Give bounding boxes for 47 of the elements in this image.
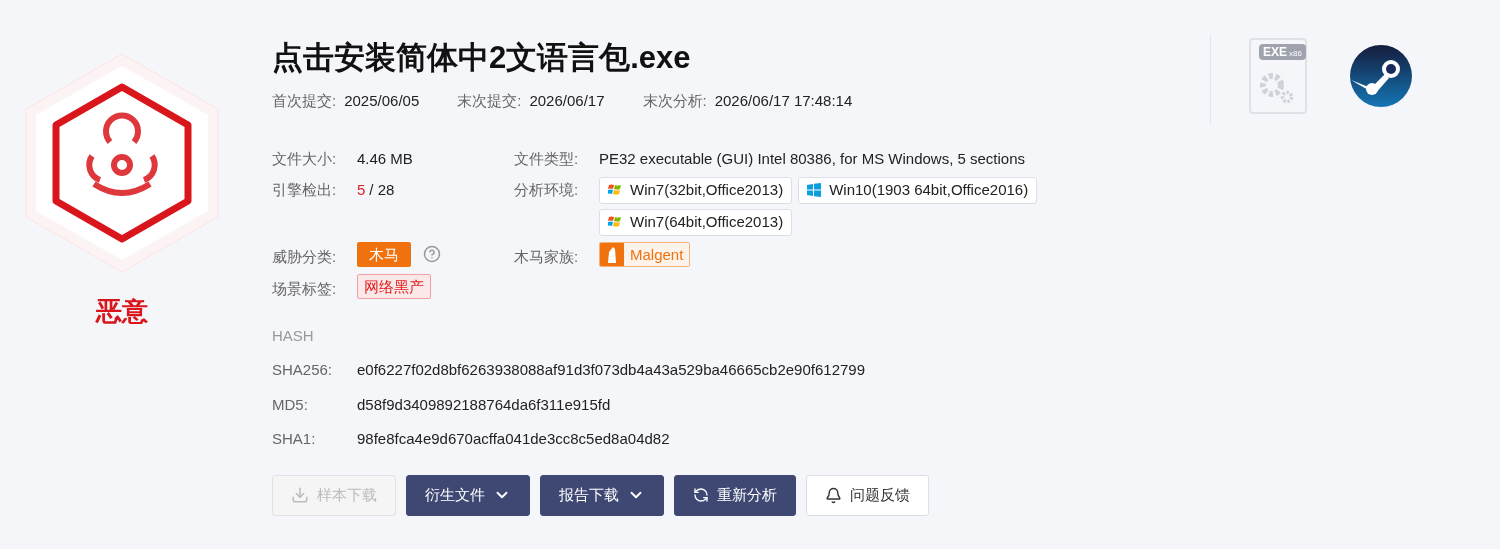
date-label: 首次提交:: [272, 91, 337, 111]
bell-icon: [825, 486, 842, 504]
detection-hits: 5: [357, 179, 366, 200]
verdict-label: 恶意: [96, 295, 148, 328]
windows-icon: [608, 183, 622, 197]
field-label: 分析环境:: [514, 179, 580, 200]
file-name: 点击安装简体中2文语言包.exe: [272, 39, 692, 77]
app-logo: [1349, 44, 1413, 108]
environment-name: Win7(64bit,Office2013): [630, 211, 784, 232]
field-label: 文件大小:: [272, 149, 338, 169]
field-label: 引擎检出:: [272, 179, 338, 200]
family-name: Malgent: [624, 242, 690, 266]
action-button[interactable]: 问题反馈: [806, 474, 929, 516]
download-icon: [291, 486, 309, 504]
date-value: 2026/06/17 17:48:14: [714, 91, 853, 111]
field-label: 场景标签:: [272, 279, 338, 299]
field-label: 文件类型:: [514, 149, 580, 169]
field-label: 木马家族:: [514, 246, 580, 267]
action-button[interactable]: 衍生文件: [406, 474, 530, 516]
help-icon[interactable]: [423, 245, 441, 263]
field-label: 威胁分类:: [272, 246, 338, 267]
date-label: 末次提交:: [457, 91, 522, 111]
threat-tag: 木马: [357, 241, 411, 267]
refresh-icon: [693, 487, 709, 503]
hash-value: 98fe8fca4e9d670acffa041de3cc8c5ed8a04d82: [357, 429, 671, 449]
action-button[interactable]: 报告下载: [540, 474, 664, 516]
file-arch-label: x86: [1289, 48, 1302, 60]
date-value: 2026/06/17: [529, 91, 605, 111]
hash-heading: HASH: [272, 325, 315, 346]
windows-icon: [807, 183, 822, 197]
date-label: 末次分析:: [642, 91, 707, 111]
gear-icon: [1259, 72, 1295, 104]
scene-tag: 网络黑产: [357, 274, 431, 299]
detection-total: / 28: [369, 179, 395, 200]
hash-value: d58f9d3409892188764da6f311e915fd: [357, 394, 612, 415]
hash-value: e0f6227f02d8bf6263938088af91d3f073db4a43a529ba46665cb2e90f612799: [357, 360, 866, 380]
date-value: 2025/06/05: [344, 91, 420, 111]
hash-label: SHA1:: [272, 429, 317, 449]
file-type-label: EXE: [1263, 44, 1287, 60]
windows-icon: [608, 215, 622, 229]
file-type: PE32 executable (GUI) Intel 80386, for MS Windows, 5 sections: [599, 149, 1027, 169]
file-size: 4.46 MB: [357, 149, 414, 169]
environment-name: Win7(32bit,Office2013): [630, 179, 784, 200]
hash-label: MD5:: [272, 394, 309, 415]
hash-label: SHA256:: [272, 360, 334, 380]
action-button[interactable]: 重新分析: [674, 474, 796, 516]
environment-name: Win10(1903 64bit,Office2016): [829, 179, 1029, 200]
